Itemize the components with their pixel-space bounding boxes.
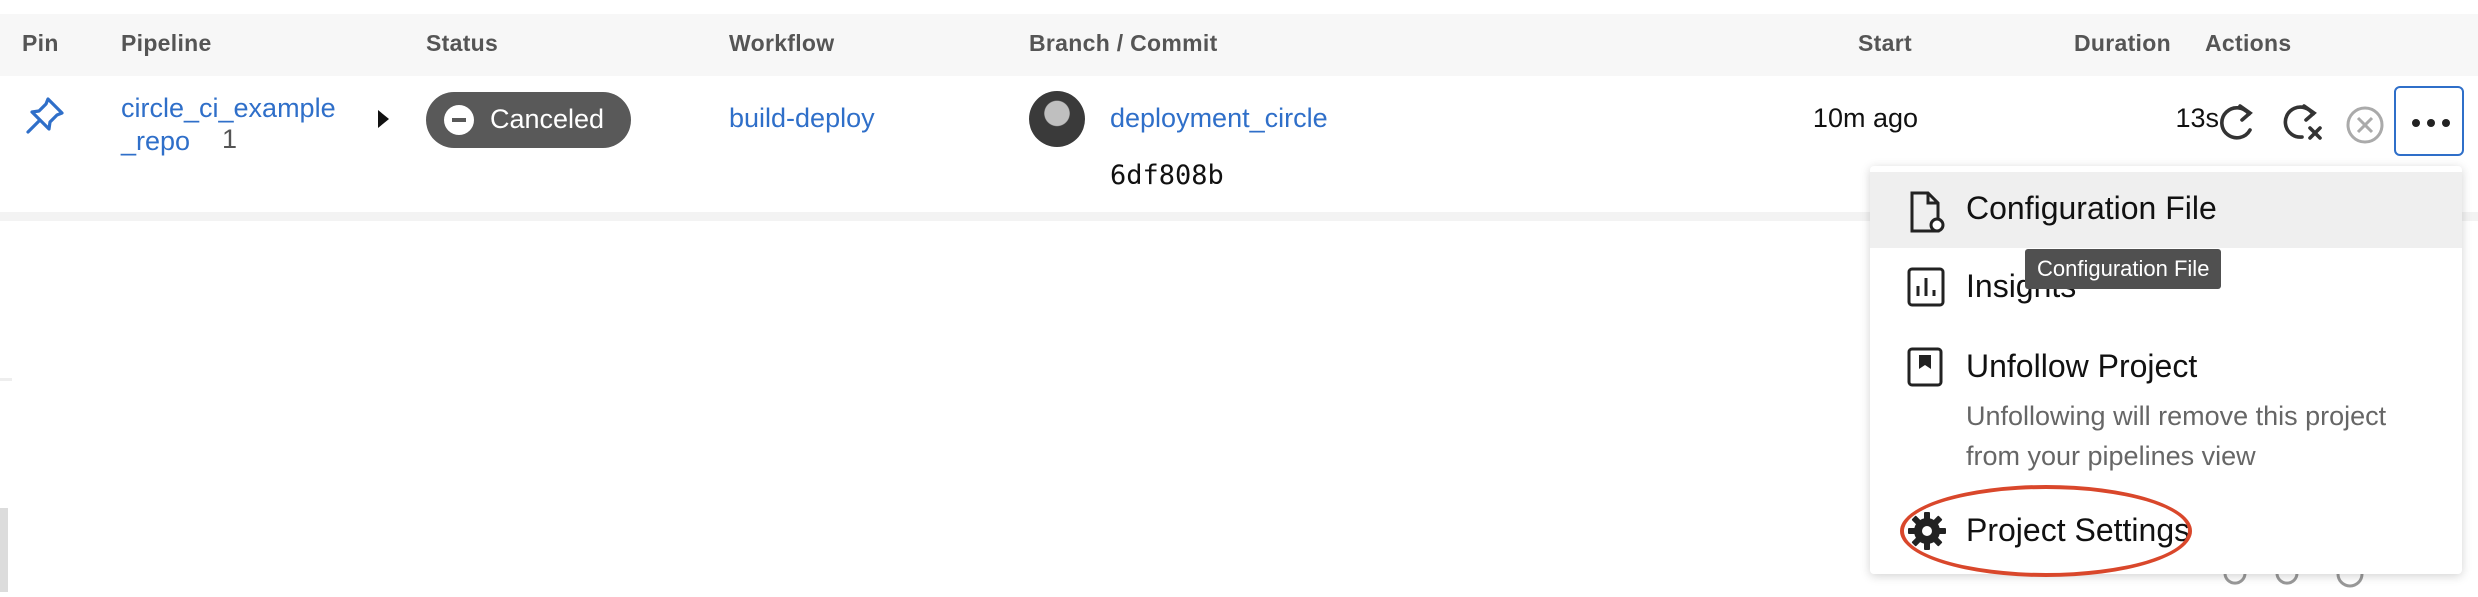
more-actions-button[interactable] [2394,86,2464,156]
rerun-failed-icon[interactable] [2280,100,2324,149]
start-time: 10m ago [1812,103,1918,133]
workflow-link[interactable]: build-deploy [729,103,875,134]
header-duration: Duration [2074,30,2171,56]
branch-link[interactable]: deployment_circle [1110,103,1328,134]
header-pipeline: Pipeline [121,30,212,56]
menu-item-unfollow-project[interactable]: Unfollow Project Unfollowing will remove… [1870,332,2462,488]
menu-item-label: Configuration File [1966,190,2217,226]
avatar [1029,91,1085,147]
pipeline-number: 1 [222,124,238,154]
cancel-icon[interactable] [2344,104,2386,151]
status-badge[interactable]: Canceled [426,92,631,148]
bookmark-icon [1906,346,1944,393]
header-branch-commit: Branch / Commit [1029,30,1218,56]
menu-item-description: Unfollowing will remove this project fro… [1966,401,2387,471]
gear-icon [1906,510,1948,557]
menu-item-project-settings[interactable]: Project Settings [1870,496,2462,570]
menu-item-label: Project Settings [1966,512,2191,548]
more-icon [2412,119,2420,127]
pin-icon[interactable] [22,93,68,144]
insights-icon [1906,266,1946,313]
tooltip: Configuration File [2025,249,2222,289]
header-workflow: Workflow [729,30,835,56]
status-label: Canceled [490,104,605,134]
divider [0,378,12,381]
menu-item-label: Unfollow Project [1966,348,2198,384]
expand-caret-icon[interactable] [378,110,389,128]
header-start: Start [1858,30,1912,56]
rerun-icon[interactable] [2216,100,2258,149]
header-actions: Actions [2205,30,2292,56]
scrollbar[interactable] [0,508,8,592]
header-status: Status [426,30,499,56]
duration: 13s [2175,103,2219,133]
config-file-icon [1906,190,1946,239]
header-pin: Pin [22,30,59,56]
actions-dropdown-menu: Configuration File Insights Unfollow Pro… [1870,166,2462,574]
menu-item-configuration-file[interactable]: Configuration File [1870,172,2462,248]
minus-circle-icon [444,105,474,135]
commit-hash[interactable]: 6df808b [1110,160,1224,191]
